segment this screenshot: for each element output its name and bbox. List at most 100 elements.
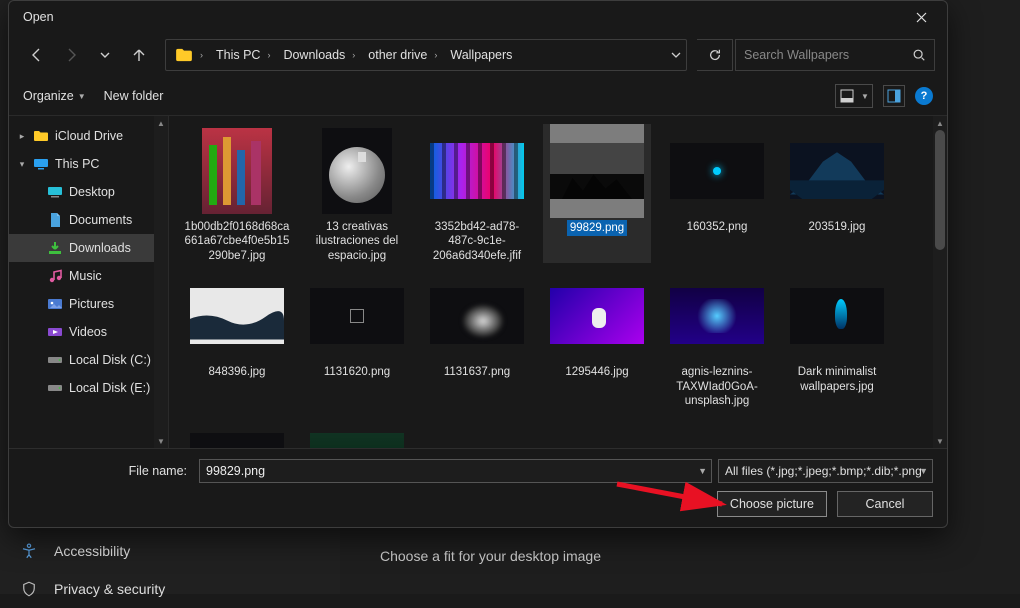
breadcrumb-segment[interactable]: other drive › [363,40,445,70]
file-item[interactable]: 848396.jpg [183,269,291,408]
tree-item-local-disk-e-[interactable]: Local Disk (E:) [9,374,168,402]
chevron-down-icon[interactable] [670,49,682,61]
breadcrumb-label: other drive [368,48,427,62]
file-item[interactable]: 160352.png [663,124,771,263]
help-button[interactable]: ? [915,87,933,105]
downloads-icon [47,240,63,256]
file-item[interactable]: 1b00db2f0168d68ca661a67cbe4f0e5b15290be7… [183,124,291,263]
tree-item-icloud-drive[interactable]: ▸iCloud Drive [9,122,168,150]
scroll-up-icon[interactable]: ▲ [933,116,947,130]
dialog-title: Open [23,10,54,24]
twisty-icon: ▾ [17,159,27,170]
tree-item-downloads[interactable]: Downloads [9,234,168,262]
file-item[interactable]: 1131620.png [303,269,411,408]
file-open-dialog: Open › This PC › Downloads › other drive› … [8,0,948,528]
file-item[interactable]: dmitry-zaviyalov-japanese-village-12.jpg [303,414,411,448]
filename-value: 99829.png [206,464,265,478]
refresh-button[interactable] [697,39,733,71]
file-item[interactable]: 203519.jpg [783,124,891,263]
nav-row: › This PC › Downloads › other drive › Wallp… [9,33,947,77]
chevron-down-icon[interactable]: ▼ [919,466,928,476]
folder-icon [33,128,49,144]
search-input[interactable]: Search Wallpapers [735,39,935,71]
button-label: Choose picture [730,497,814,511]
tree-item-this-pc[interactable]: ▾This PC [9,150,168,178]
pictures-icon [47,296,63,312]
chevron-right-icon: › [349,50,358,60]
file-item[interactable]: 99829.png [543,124,651,263]
thumbnails-icon [840,89,854,103]
chevron-right-icon: › [264,50,273,60]
file-type-filter[interactable]: All files (*.jpg;*.jpeg;*.bmp;*.dib;*.pn… [718,459,933,483]
arrow-left-icon [29,47,45,63]
scroll-down-icon[interactable]: ▼ [933,434,947,448]
search-placeholder: Search Wallpapers [744,48,849,62]
choose-picture-button[interactable]: Choose picture [717,491,827,517]
chevron-right-icon: › [431,50,440,60]
breadcrumb[interactable]: › This PC › Downloads › other drive › Wallp… [165,39,687,71]
shield-icon [20,580,38,598]
button-label: Cancel [866,497,905,511]
tree-item-label: Local Disk (C:) [69,353,151,367]
tree-item-label: Local Disk (E:) [69,381,150,395]
grid-scrollbar[interactable]: ▲▼ [933,116,947,448]
tree-item-documents[interactable]: Documents [9,206,168,234]
file-name: 848396.jpg [209,365,266,379]
filename-input[interactable]: 99829.png ▼ [199,459,712,483]
breadcrumb-segment[interactable]: Downloads › [278,40,363,70]
breadcrumb-label: Downloads [283,48,345,62]
scrollbar-thumb[interactable] [935,130,945,250]
organize-menu[interactable]: Organize ▼ [23,89,86,103]
file-name: 1131637.png [444,365,510,379]
file-item[interactable]: 13 creativas ilustraciones del espacio.j… [303,124,411,263]
file-name: 13 creativas ilustraciones del espacio.j… [303,220,411,263]
back-button[interactable] [21,39,53,71]
settings-item-accessibility[interactable]: Accessibility [0,532,340,570]
file-item[interactable]: 1131637.png [423,269,531,408]
file-item[interactable]: agnis-leznins-TAXWIad0GoA-unsplash.jpg [663,269,771,408]
new-folder-button[interactable]: New folder [104,89,164,103]
tree-item-desktop[interactable]: Desktop [9,178,168,206]
arrow-right-icon [63,47,79,63]
tree-item-videos[interactable]: Videos [9,318,168,346]
file-item[interactable]: 3352bd42-ad78-487c-9c1e-206a6d340efe.jfi… [423,124,531,263]
filter-value: All files (*.jpg;*.jpeg;*.bmp;*.dib;*.pn… [725,464,922,478]
tree-item-pictures[interactable]: Pictures [9,290,168,318]
disk-icon [47,380,63,396]
search-icon [912,48,926,62]
twisty-icon: ▸ [17,131,27,142]
breadcrumb-label: This PC [216,48,260,62]
file-name: Dark minimalist wallpapers.jpg [783,365,891,394]
file-item[interactable]: dark-minimal-scenery-4k-xj.jpg [183,414,291,448]
disk-icon [47,352,63,368]
view-mode-button[interactable]: ▼ [835,84,873,108]
chevron-down-icon: ▼ [861,92,869,101]
file-name: agnis-leznins-TAXWIad0GoA-unsplash.jpg [663,365,771,408]
close-button[interactable] [901,3,941,31]
forward-button[interactable] [55,39,87,71]
preview-pane-icon [887,89,901,103]
tree-item-music[interactable]: Music [9,262,168,290]
tree-item-label: Downloads [69,241,131,255]
breadcrumb-segment[interactable]: Wallpapers [445,40,517,70]
tree-item-label: Music [69,269,102,283]
tree-item-local-disk-c-[interactable]: Local Disk (C:) [9,346,168,374]
settings-item-label: Accessibility [54,543,130,559]
up-button[interactable] [123,39,155,71]
file-name: 1295446.jpg [565,365,628,379]
file-name: 1b00db2f0168d68ca661a67cbe4f0e5b15290be7… [183,220,291,263]
tree-scrollbar[interactable]: ▲▼ [154,116,168,448]
file-item[interactable]: 1295446.jpg [543,269,651,408]
cancel-button[interactable]: Cancel [837,491,933,517]
chevron-down-icon[interactable]: ▼ [698,466,707,476]
filename-label: File name: [23,464,193,478]
breadcrumb-segment[interactable]: This PC › [211,40,278,70]
tree-item-label: Desktop [69,185,115,199]
file-name: 99829.png [567,220,627,236]
recent-button[interactable] [89,39,121,71]
preview-pane-button[interactable] [883,85,905,107]
file-item[interactable]: Dark minimalist wallpapers.jpg [783,269,891,408]
chevron-right-icon: › [197,50,206,60]
settings-item-label: Privacy & security [54,581,165,597]
settings-item-privacy[interactable]: Privacy & security [0,570,340,608]
